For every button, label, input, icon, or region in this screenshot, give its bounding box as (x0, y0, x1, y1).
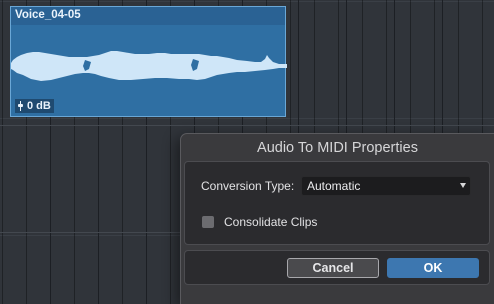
track-separator (0, 125, 494, 126)
clip-gain-value: 0 dB (27, 100, 51, 112)
clip-header[interactable]: Voice_04-05 (11, 7, 285, 25)
fader-icon (17, 101, 24, 111)
audio-to-midi-dialog: Audio To MIDI Properties Conversion Type… (180, 133, 494, 304)
audio-clip[interactable]: Voice_04-05 0 dB (10, 6, 287, 117)
clip-name: Voice_04-05 (15, 9, 81, 21)
consolidate-clips-label[interactable]: Consolidate Clips (224, 215, 317, 229)
conversion-type-select[interactable]: Automatic (301, 176, 471, 196)
dialog-title: Audio To MIDI Properties (257, 140, 418, 156)
clip-gain[interactable]: 0 dB (15, 99, 54, 113)
ok-button[interactable]: OK (387, 258, 479, 278)
consolidate-clips-checkbox[interactable] (202, 216, 214, 228)
chevron-down-icon (460, 183, 466, 188)
clip-waveform (11, 51, 287, 81)
conversion-type-value: Automatic (307, 179, 361, 193)
waveform-shape (11, 51, 287, 81)
dialog-body: Conversion Type: Automatic Consolidate C… (184, 161, 490, 245)
cancel-button[interactable]: Cancel (287, 258, 379, 278)
conversion-type-label: Conversion Type: (201, 179, 295, 193)
dialog-footer: Cancel OK (184, 250, 490, 285)
